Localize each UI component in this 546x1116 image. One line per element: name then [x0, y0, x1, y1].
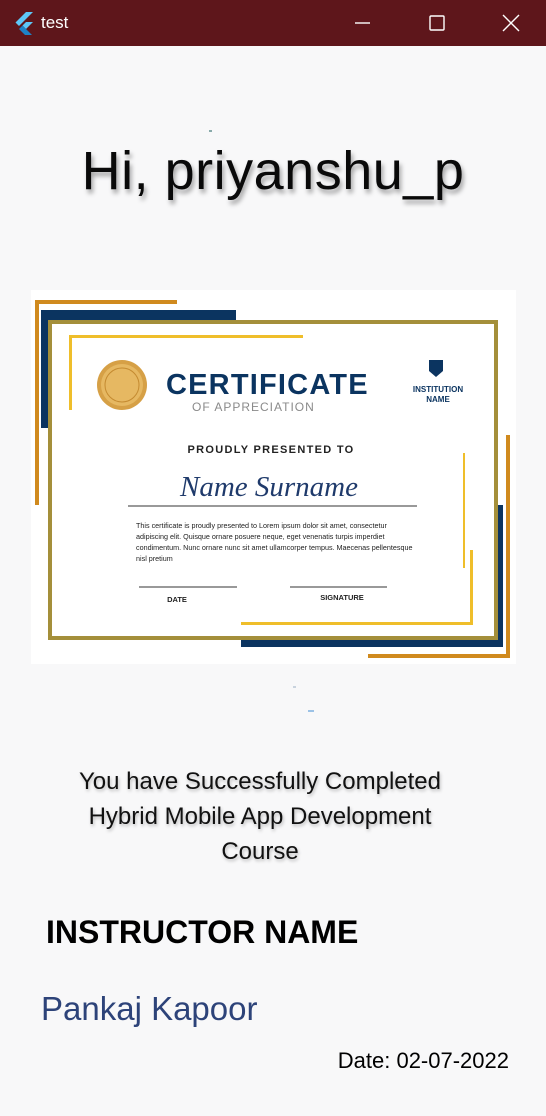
orange-left-bar [35, 300, 39, 505]
date-label: DATE [167, 595, 187, 604]
greeting-heading: Hi, priyanshu_p [81, 141, 465, 201]
instructor-label: INSTRUCTOR NAME [46, 914, 359, 950]
body-line-3: condimentum. Nunc ornare nunc sit amet u… [136, 543, 412, 552]
institution-line2: NAME [426, 395, 450, 404]
orange-right-bar [506, 435, 510, 658]
presented-to-label: PROUDLY PRESENTED TO [188, 444, 355, 456]
loading-speck [209, 130, 212, 132]
orange-bottom-bar [368, 654, 510, 658]
completion-date: Date: 02-07-2022 [337, 1048, 509, 1073]
close-button[interactable] [474, 0, 546, 46]
certificate-image: CERTIFICATE OF APPRECIATION INSTITUTION … [31, 290, 516, 664]
signature-label: SIGNATURE [320, 593, 364, 602]
yellow-bottom-accent [241, 622, 473, 625]
minimize-button[interactable] [326, 0, 400, 46]
yellow-top-accent [69, 335, 303, 338]
certificate-graphic: CERTIFICATE OF APPRECIATION INSTITUTION … [35, 300, 510, 658]
completion-line-1: You have Successfully Completed [79, 768, 441, 795]
close-icon [502, 14, 520, 32]
loading-speck [293, 686, 296, 688]
recipient-name: Name Surname [179, 471, 358, 503]
flutter-logo-icon [15, 12, 33, 35]
maximize-button[interactable] [400, 0, 474, 46]
orange-top-bar [35, 300, 177, 304]
completion-line-3: Course [221, 838, 299, 865]
yellow-left-accent [69, 335, 72, 410]
yellow-thin-accent [463, 453, 465, 568]
body-line-1: This certificate is proudly presented to… [136, 521, 387, 530]
body-line-2: adipiscing elit. Quisque ornare posuere … [136, 532, 385, 541]
window-title: test [41, 13, 69, 32]
certificate-subheading: OF APPRECIATION [192, 400, 315, 414]
minimize-icon [355, 22, 370, 24]
gold-seal-icon [97, 360, 147, 410]
loading-speck [308, 710, 314, 712]
completion-message: You have Successfully Completed Hybrid M… [30, 764, 490, 869]
certificate-heading: CERTIFICATE [166, 369, 369, 401]
body-line-4: nisl pretium [136, 554, 173, 563]
maximize-icon [429, 15, 445, 31]
window-title-bar[interactable]: test [0, 0, 546, 46]
institution-line1: INSTITUTION [413, 385, 463, 394]
instructor-name: Pankaj Kapoor [41, 990, 258, 1027]
yellow-right-accent [470, 550, 473, 625]
completion-line-2: Hybrid Mobile App Development [88, 803, 432, 830]
